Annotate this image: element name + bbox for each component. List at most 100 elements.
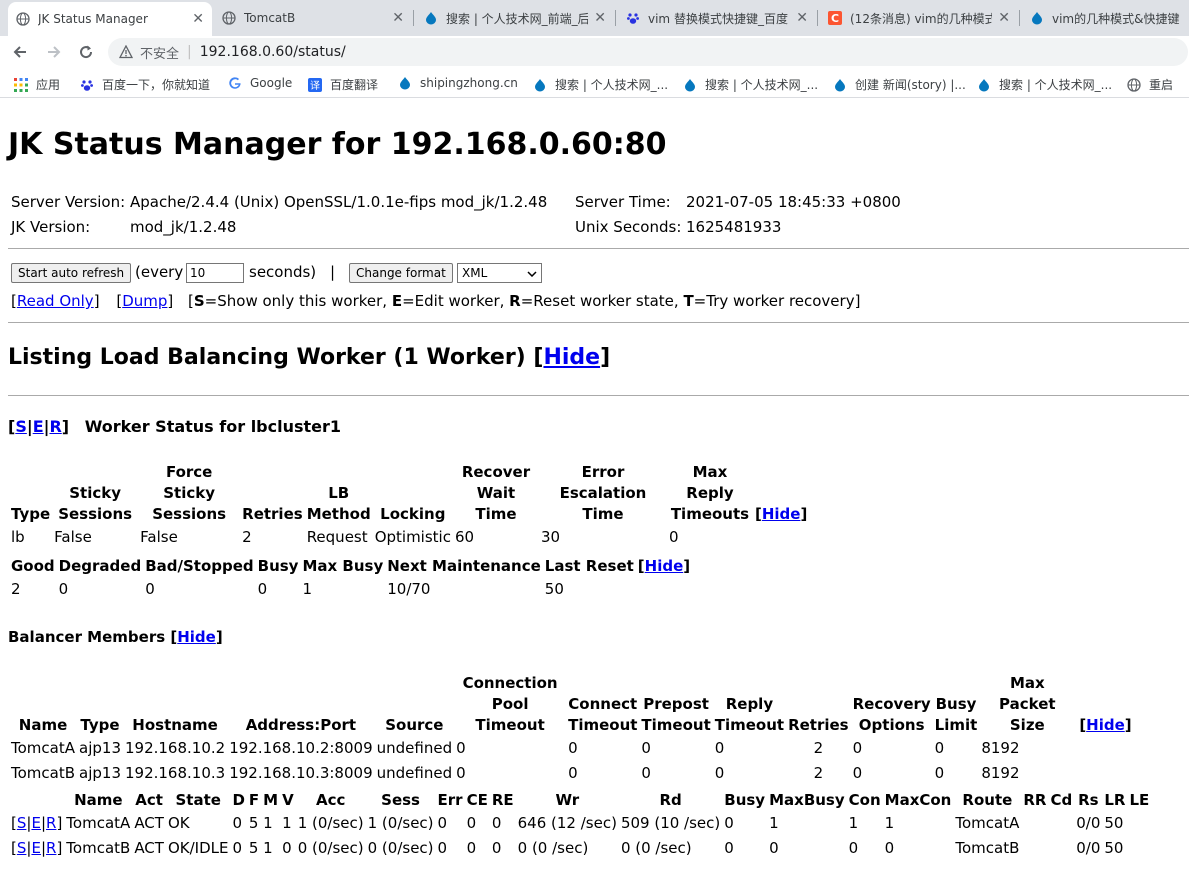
- reload-icon[interactable]: [74, 40, 98, 64]
- security-status[interactable]: 不安全: [140, 43, 179, 62]
- tab-vim-baidu[interactable]: vim 替换模式快捷键_百度 ✕: [618, 4, 816, 32]
- back-icon[interactable]: [8, 40, 32, 64]
- cell: 2: [813, 739, 824, 757]
- dump-link[interactable]: Dump: [122, 292, 167, 310]
- col-header: F: [248, 791, 260, 809]
- col-header: Reply Timeout: [714, 695, 785, 734]
- bookmark-google[interactable]: Google: [228, 76, 292, 90]
- cell: [1048, 836, 1074, 861]
- format-select[interactable]: XML: [457, 263, 542, 283]
- refresh-interval-input[interactable]: [186, 263, 244, 283]
- reset-member-link[interactable]: R: [46, 814, 56, 832]
- cell: 2: [813, 764, 824, 782]
- close-icon[interactable]: ✕: [998, 10, 1010, 26]
- tab-title: TomcatB: [244, 11, 296, 25]
- col-header: Max Busy: [302, 557, 384, 575]
- jk-version-value: mod_jk/1.2.48: [130, 218, 237, 236]
- cell: 1: [263, 814, 273, 832]
- bookmark-search-1[interactable]: 搜索 | 个人技术网_...: [533, 76, 668, 93]
- hide-state-link[interactable]: Hide: [645, 557, 684, 575]
- cell: [1048, 811, 1074, 836]
- tab-divider: [817, 10, 818, 26]
- bookmark-baidu[interactable]: 百度一下，你就知道: [80, 76, 210, 93]
- cell: [1127, 836, 1151, 861]
- worker-status-heading: [S|E|R] Worker Status for lbcluster1: [8, 417, 342, 436]
- tab-vim-modes[interactable]: vim的几种模式&快捷键: [1022, 4, 1189, 32]
- col-header: Prepost Timeout: [641, 695, 711, 734]
- cell: 1: [848, 814, 859, 832]
- edit-member-link[interactable]: E: [31, 839, 40, 857]
- hide-members-table-link[interactable]: Hide: [1086, 716, 1125, 734]
- balancer-members-table: Name Type Hostname Address:Port Source C…: [9, 673, 1134, 786]
- address-bar[interactable]: 不安全 | 192.168.0.60/status/: [108, 38, 1188, 66]
- tab-jk-status-manager[interactable]: JK Status Manager ✕: [8, 2, 212, 36]
- cell: 1 (0/sec): [297, 814, 364, 832]
- tab-tomcatb[interactable]: TomcatB ✕: [214, 4, 412, 32]
- close-icon[interactable]: ✕: [796, 10, 808, 26]
- reset-member-link[interactable]: R: [46, 839, 56, 857]
- cell: 8192: [981, 764, 1020, 782]
- cell: 192.168.10.3:8009: [229, 764, 373, 782]
- drupal-drop-icon: [1030, 11, 1044, 25]
- edit-member-link[interactable]: E: [31, 814, 40, 832]
- cell: Optimistic: [374, 528, 451, 546]
- bookmark-label: 搜索 | 个人技术网_...: [999, 78, 1113, 92]
- warning-icon[interactable]: [118, 44, 134, 60]
- col-header: Max Reply Timeouts: [670, 463, 750, 523]
- cell: 0: [714, 739, 725, 757]
- bookmark-restart[interactable]: 重启: [1127, 76, 1173, 93]
- hide-config-link[interactable]: Hide: [762, 505, 801, 523]
- cell: 5: [248, 839, 259, 857]
- bookmark-baidu-translate[interactable]: 译 百度翻译: [308, 76, 378, 93]
- hide-lb-link[interactable]: Hide: [543, 345, 600, 370]
- change-format-button[interactable]: Change format: [349, 263, 453, 283]
- cell: ACT: [134, 814, 164, 832]
- hide-members-link[interactable]: Hide: [177, 628, 216, 646]
- col-header: Source: [385, 716, 444, 734]
- cell: TomcatA: [955, 814, 1020, 832]
- show-member-link[interactable]: S: [17, 814, 27, 832]
- tab-divider: [1019, 10, 1020, 26]
- forward-icon[interactable]: [42, 40, 66, 64]
- show-worker-link[interactable]: S: [15, 417, 27, 436]
- cell: 0: [456, 739, 466, 757]
- cell: 0 (0/sec): [297, 839, 364, 857]
- bookmark-create-story[interactable]: 创建 新闻(story) |...: [833, 76, 966, 93]
- col-header: Sticky Sessions: [58, 484, 133, 523]
- show-member-link[interactable]: S: [17, 839, 27, 857]
- close-icon[interactable]: ✕: [594, 10, 606, 26]
- close-icon[interactable]: ✕: [392, 10, 404, 26]
- action-links: [Read Only] [Dump]: [11, 292, 174, 310]
- cell: 0: [714, 764, 725, 782]
- bookmark-search-3[interactable]: 搜索 | 个人技术网_...: [977, 76, 1112, 93]
- reset-worker-link[interactable]: R: [49, 417, 61, 436]
- col-header: Degraded: [58, 557, 142, 575]
- bookmark-label: 应用: [36, 78, 61, 92]
- cell: 0: [58, 580, 69, 598]
- col-header: V: [282, 791, 294, 809]
- start-auto-refresh-button[interactable]: Start auto refresh: [11, 263, 132, 283]
- cell: 1: [769, 814, 779, 832]
- tab-csdn[interactable]: C (12条消息) vim的几种模式 ✕: [820, 4, 1018, 32]
- cell: undefined: [376, 764, 453, 782]
- url-text[interactable]: 192.168.0.60/status/: [200, 44, 346, 60]
- bookmark-apps[interactable]: 应用: [14, 76, 60, 93]
- tab-divider: [615, 10, 616, 26]
- tab-search-1[interactable]: 搜索 | 个人技术网_前端_后 ✕: [416, 4, 614, 32]
- col-header: State: [175, 791, 221, 809]
- table-row: [S|E|R] TomcatA ACT OK 0 5 1 1 1 (0/sec)…: [9, 811, 1151, 836]
- tab-divider: [413, 10, 414, 26]
- cell: 0: [724, 839, 734, 857]
- bookmark-search-2[interactable]: 搜索 | 个人技术网_...: [683, 76, 818, 93]
- col-header: M: [263, 791, 279, 809]
- read-only-link[interactable]: Read Only: [17, 292, 94, 310]
- lb-state-table: Good Degraded Bad/Stopped Busy Max Busy …: [9, 556, 692, 602]
- col-header: Hostname: [132, 716, 218, 734]
- close-icon[interactable]: ✕: [192, 11, 204, 27]
- drupal-drop-icon: [533, 78, 547, 92]
- table-row: TomcatA ajp13 192.168.10.2 192.168.10.2:…: [9, 736, 1134, 761]
- bookmark-shipingzhong[interactable]: shipingzhong.cn: [398, 76, 518, 90]
- cell: TomcatB: [955, 839, 1020, 857]
- row-actions: [S|E|R]: [11, 839, 63, 857]
- edit-worker-link[interactable]: E: [33, 417, 44, 436]
